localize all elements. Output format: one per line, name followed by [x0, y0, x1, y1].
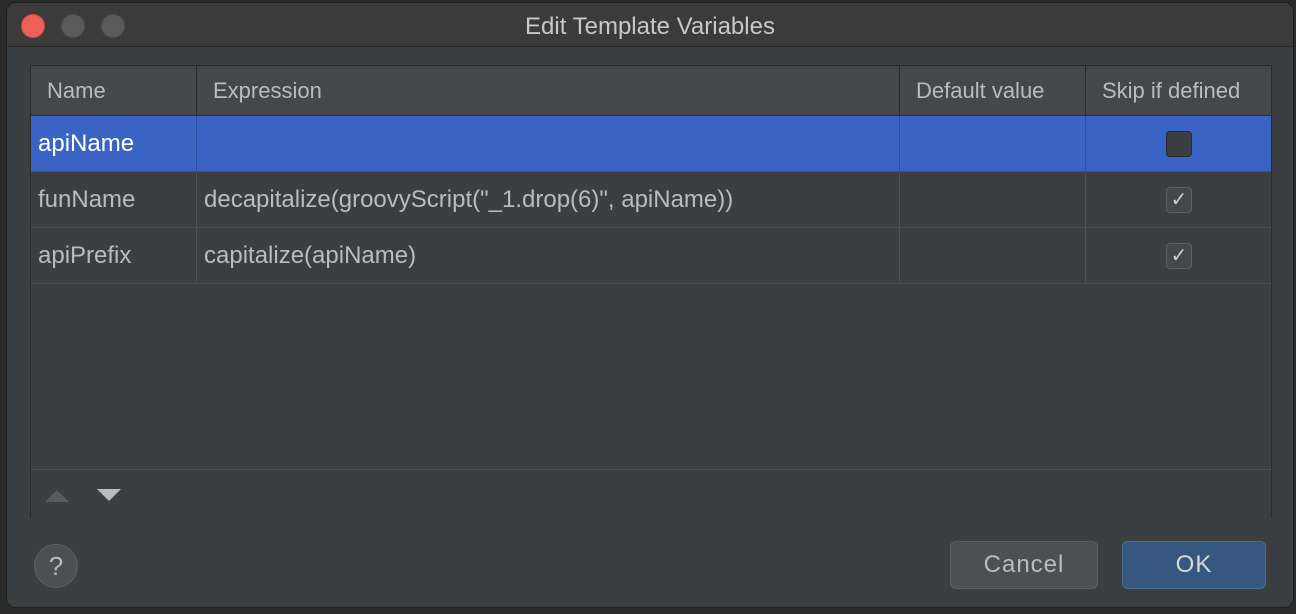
column-header-expression[interactable]: Expression	[197, 66, 900, 116]
cell-default-value[interactable]	[900, 116, 1086, 172]
skip-if-defined-checkbox[interactable]: ✓	[1166, 187, 1192, 213]
move-down-icon[interactable]	[97, 489, 121, 501]
move-up-icon[interactable]	[45, 490, 69, 502]
column-header-skip-if-defined[interactable]: Skip if defined	[1086, 66, 1272, 116]
table-row[interactable]: funName decapitalize(groovyScript("_1.dr…	[31, 172, 1271, 228]
table-header: Name Expression Default value Skip if de…	[31, 66, 1271, 116]
skip-if-defined-checkbox[interactable]: ✓	[1166, 243, 1192, 269]
cancel-button[interactable]: Cancel	[950, 541, 1098, 589]
cell-expression[interactable]: capitalize(apiName)	[197, 228, 900, 284]
cell-default-value[interactable]	[900, 172, 1086, 228]
cell-skip-if-defined: ✓	[1086, 172, 1272, 228]
table-row[interactable]: apiPrefix capitalize(apiName) ✓	[31, 228, 1271, 284]
title-bar: Edit Template Variables	[7, 3, 1293, 47]
column-header-name[interactable]: Name	[31, 66, 197, 116]
cell-default-value[interactable]	[900, 228, 1086, 284]
variables-table: Name Expression Default value Skip if de…	[30, 65, 1272, 518]
ok-button[interactable]: OK	[1122, 541, 1266, 589]
cell-skip-if-defined: ✓	[1086, 228, 1272, 284]
cell-expression[interactable]: decapitalize(groovyScript("_1.drop(6)", …	[197, 172, 900, 228]
cell-name[interactable]: funName	[31, 172, 197, 228]
cell-name[interactable]: apiName	[31, 116, 197, 172]
help-button[interactable]: ?	[34, 544, 78, 588]
table-toolbar	[31, 469, 1271, 518]
skip-if-defined-checkbox[interactable]	[1166, 131, 1192, 157]
cell-name[interactable]: apiPrefix	[31, 228, 197, 284]
column-header-default-value[interactable]: Default value	[900, 66, 1086, 116]
cell-skip-if-defined	[1086, 116, 1272, 172]
dialog-title: Edit Template Variables	[525, 13, 775, 40]
table-row[interactable]: apiName	[31, 116, 1271, 172]
cell-expression[interactable]	[197, 116, 900, 172]
dialog-window: Edit Template Variables Name Expression …	[6, 2, 1294, 608]
